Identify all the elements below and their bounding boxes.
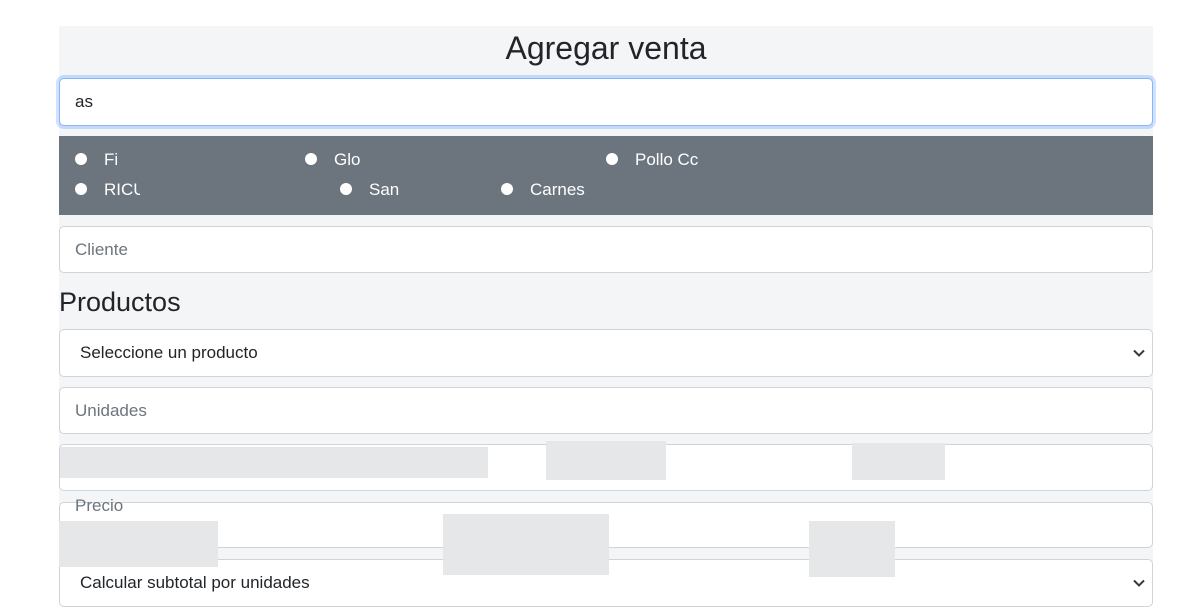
radio-icon[interactable] — [340, 183, 352, 195]
radio-icon[interactable] — [75, 153, 87, 165]
redaction-block — [59, 521, 218, 567]
client-search-input[interactable] — [59, 78, 1153, 126]
result-option-2[interactable]: Glo — [305, 150, 360, 169]
units-field[interactable]: Unidades — [59, 387, 1153, 434]
radio-icon[interactable] — [606, 153, 618, 165]
result-option-label: San — [369, 180, 400, 199]
product-select-value: Seleccione un producto — [80, 343, 258, 362]
radio-icon[interactable] — [501, 183, 513, 195]
price-placeholder: Precio — [75, 496, 124, 515]
result-option-1[interactable]: Fi — [75, 150, 118, 169]
redaction-block — [852, 443, 945, 480]
search-results-list: Fi Glo Pollo Cc RICU San Carnes — [59, 136, 1153, 215]
result-option-label: Pollo Cc — [635, 150, 699, 169]
client-field[interactable]: Cliente — [59, 226, 1153, 273]
chevron-down-icon — [1132, 560, 1146, 606]
radio-icon[interactable] — [75, 183, 87, 195]
result-option-label: Carnes — [530, 180, 585, 199]
radio-icon[interactable] — [305, 153, 317, 165]
result-option-5[interactable]: San — [340, 180, 399, 199]
result-option-label: Glo — [334, 150, 361, 169]
result-option-label: Fi — [104, 150, 118, 169]
page-title: Agregar venta — [505, 30, 707, 66]
redaction-block — [443, 514, 609, 575]
product-select[interactable]: Seleccione un producto — [59, 329, 1153, 377]
chevron-down-icon — [1132, 330, 1146, 376]
result-option-4[interactable]: RICU — [75, 180, 140, 199]
redaction-block — [809, 521, 895, 577]
result-option-label: RICU — [104, 180, 140, 199]
products-heading: Productos — [59, 287, 181, 317]
client-placeholder: Cliente — [75, 240, 128, 259]
redaction-block — [60, 447, 488, 478]
subtotal-select-value: Calcular subtotal por unidades — [80, 573, 310, 592]
result-option-6[interactable]: Carnes — [501, 180, 585, 199]
redaction-block — [546, 441, 666, 480]
units-placeholder: Unidades — [75, 401, 147, 420]
result-option-3[interactable]: Pollo Cc — [606, 150, 698, 169]
